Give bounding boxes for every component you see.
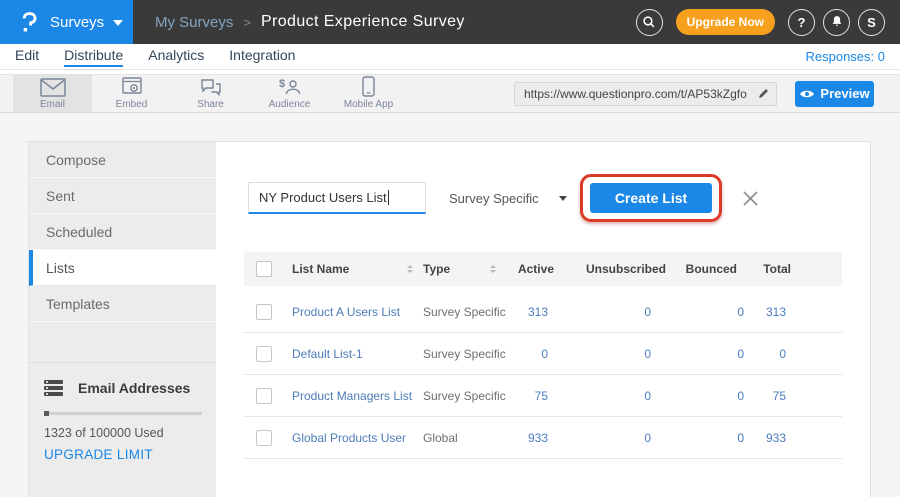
table-row: Product A Users List Survey Specific 313… <box>244 291 842 333</box>
breadcrumb-my-surveys[interactable]: My Surveys <box>155 14 233 31</box>
row-checkbox[interactable] <box>256 388 272 404</box>
text-cursor <box>388 190 389 205</box>
surveys-menu[interactable]: Surveys <box>0 0 133 44</box>
tab-integration[interactable]: Integration <box>229 47 295 67</box>
channel-mobile-app[interactable]: Mobile App <box>329 75 408 112</box>
edit-url-icon[interactable] <box>757 87 770 100</box>
svg-text:$: $ <box>279 78 285 90</box>
close-icon <box>742 190 759 207</box>
email-addresses-section: Email Addresses 1323 of 100000 Used UPGR… <box>29 362 216 462</box>
select-all-checkbox[interactable] <box>256 261 272 277</box>
col-active: Active <box>506 262 554 276</box>
product-menu-label: Surveys <box>50 14 104 31</box>
audience-icon: $ <box>278 77 301 97</box>
channel-share[interactable]: Share <box>171 75 250 112</box>
row-checkbox[interactable] <box>256 430 272 446</box>
distribute-toolbar: Email Embed Share $ Audience Mobile App <box>0 74 900 113</box>
breadcrumb-separator: > <box>243 15 251 30</box>
email-usage-text: 1323 of 100000 Used <box>44 426 202 440</box>
tab-distribute[interactable]: Distribute <box>64 47 123 67</box>
col-bounced: Bounced <box>666 262 744 276</box>
chevron-down-icon <box>559 196 567 201</box>
list-name-input[interactable]: NY Product Users List <box>248 182 426 214</box>
sort-icon[interactable] <box>407 265 413 273</box>
sidebar-item-sent[interactable]: Sent <box>29 178 216 214</box>
mobile-app-icon <box>362 77 375 97</box>
create-list-button[interactable]: Create List <box>590 183 712 213</box>
table-row: Global Products User Global 933 0 0 933 <box>244 417 842 459</box>
list-name-link[interactable]: Default List-1 <box>284 347 423 361</box>
channel-email[interactable]: Email <box>13 75 92 112</box>
survey-url-field[interactable]: https://www.questionpro.com/t/AP53kZgfo <box>514 82 777 106</box>
annotation-highlight: Create List <box>580 174 722 222</box>
table-header-row: List Name Type Active Unsubscribed Bounc… <box>244 252 842 286</box>
col-type[interactable]: Type <box>423 262 450 276</box>
account-avatar[interactable]: S <box>858 9 885 36</box>
search-icon <box>642 15 656 29</box>
table-row: Product Managers List Survey Specific 75… <box>244 375 842 417</box>
table-row: Default List-1 Survey Specific 0 0 0 0 <box>244 333 842 375</box>
content-area: Compose Sent Scheduled Lists Templates E… <box>0 113 900 497</box>
email-addresses-title: Email Addresses <box>78 380 190 396</box>
upgrade-limit-link[interactable]: UPGRADE LIMIT <box>44 447 202 462</box>
email-lists-card: Compose Sent Scheduled Lists Templates E… <box>28 141 871 497</box>
upgrade-now-button[interactable]: Upgrade Now <box>676 9 775 35</box>
chevron-down-icon <box>113 20 123 26</box>
help-button[interactable]: ? <box>788 9 815 36</box>
bell-icon <box>829 14 845 30</box>
list-type-dropdown[interactable]: Survey Specific <box>449 191 567 206</box>
embed-icon <box>122 77 142 97</box>
questionpro-logo-icon <box>18 9 40 35</box>
email-usage-progressbar <box>44 412 202 415</box>
row-checkbox[interactable] <box>256 304 272 320</box>
list-name-link[interactable]: Global Products User <box>284 431 423 445</box>
col-total: Total <box>744 262 791 276</box>
search-button[interactable] <box>636 9 663 36</box>
col-list-name[interactable]: List Name <box>292 262 349 276</box>
row-checkbox[interactable] <box>256 346 272 362</box>
survey-nav: Edit Distribute Analytics Integration Re… <box>0 44 900 70</box>
responses-count[interactable]: Responses: 0 <box>806 49 886 64</box>
list-name-link[interactable]: Product Managers List <box>284 389 423 403</box>
share-icon <box>200 77 222 97</box>
eye-icon <box>799 88 815 100</box>
sidebar-item-lists[interactable]: Lists <box>29 250 216 286</box>
sidebar-item-compose[interactable]: Compose <box>29 142 216 178</box>
notifications-button[interactable] <box>823 9 850 36</box>
lists-table: List Name Type Active Unsubscribed Bounc… <box>244 252 842 459</box>
tab-analytics[interactable]: Analytics <box>148 47 204 67</box>
tab-edit[interactable]: Edit <box>15 47 39 67</box>
page-title: Product Experience Survey <box>261 13 465 31</box>
email-icon <box>40 77 66 97</box>
sidebar-item-templates[interactable]: Templates <box>29 286 216 322</box>
email-sidebar: Compose Sent Scheduled Lists Templates E… <box>29 142 216 497</box>
top-header: Surveys My Surveys > Product Experience … <box>0 0 900 44</box>
breadcrumb: My Surveys > Product Experience Survey <box>155 13 465 31</box>
preview-button[interactable]: Preview <box>795 81 874 107</box>
email-addresses-icon <box>44 379 63 397</box>
close-button[interactable] <box>742 190 759 207</box>
sidebar-item-scheduled[interactable]: Scheduled <box>29 214 216 250</box>
channel-embed[interactable]: Embed <box>92 75 171 112</box>
list-name-link[interactable]: Product A Users List <box>284 305 423 319</box>
sort-icon[interactable] <box>490 265 496 273</box>
channel-audience[interactable]: $ Audience <box>250 75 329 112</box>
lists-panel: NY Product Users List Survey Specific Cr… <box>216 142 870 497</box>
col-unsubscribed: Unsubscribed <box>554 262 666 276</box>
survey-url-value: https://www.questionpro.com/t/AP53kZgfo <box>524 87 757 101</box>
